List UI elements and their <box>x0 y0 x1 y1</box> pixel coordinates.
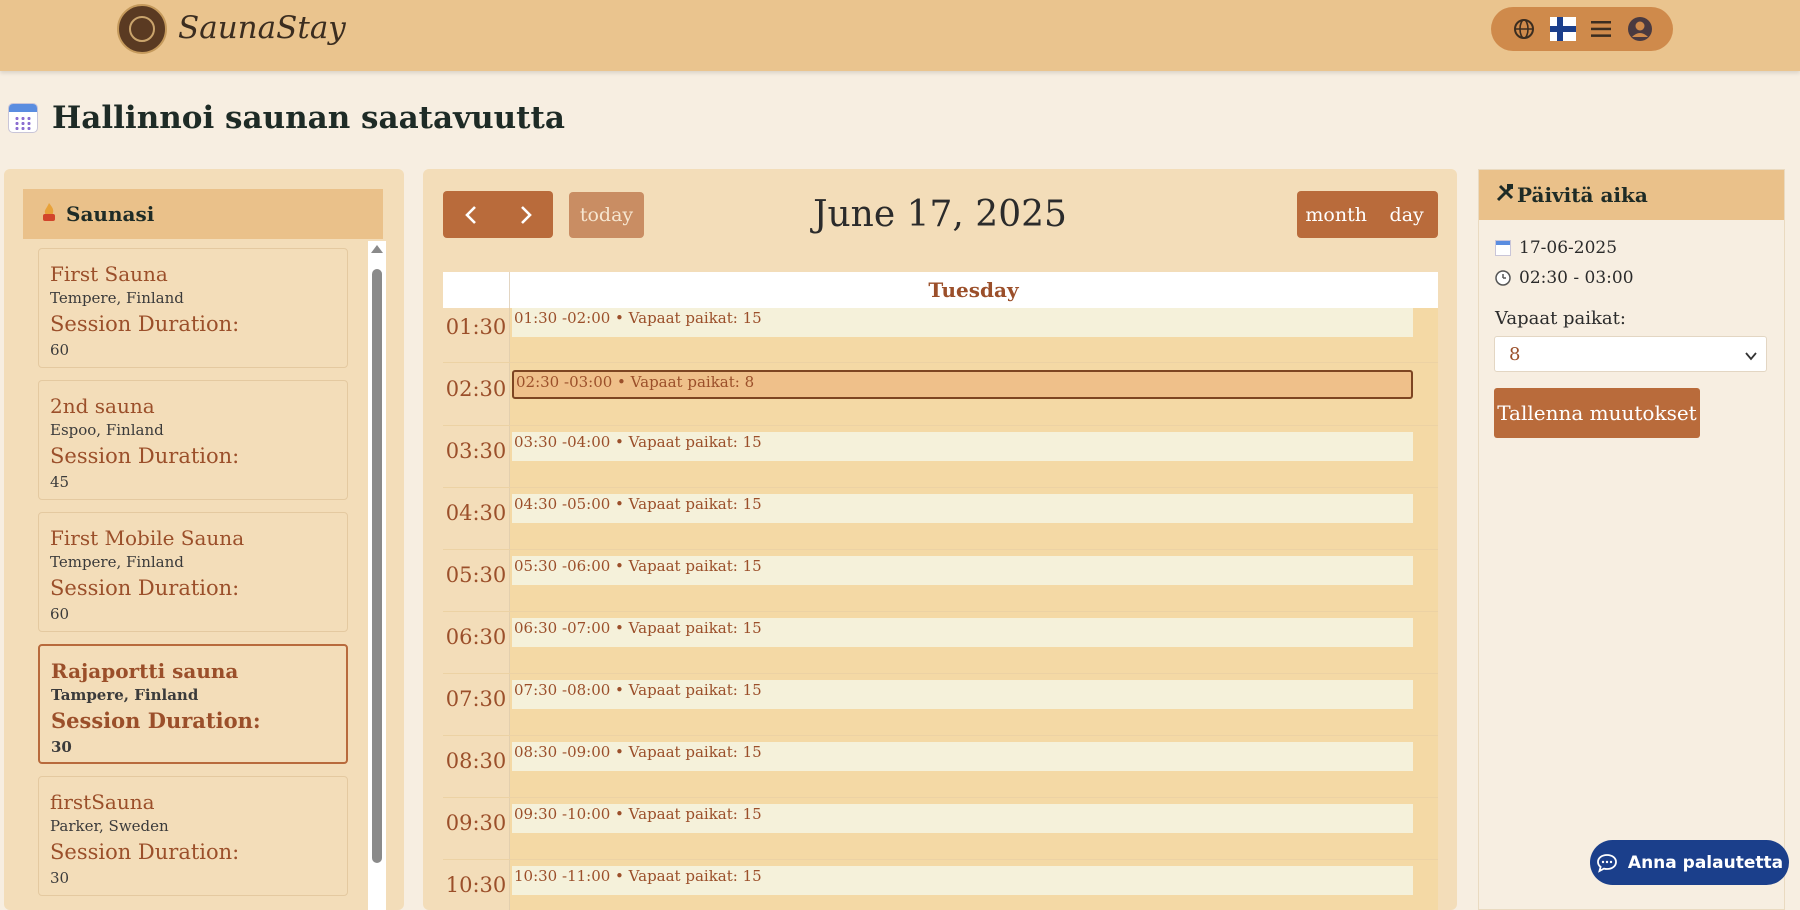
availability-event[interactable]: 04:30 -05:00 • Vapaat paikat: 15 <box>512 494 1413 523</box>
clock-icon <box>1495 270 1511 286</box>
save-changes-button[interactable]: Tallenna muutokset <box>1494 388 1700 438</box>
update-slot-title: Päivitä aika <box>1517 183 1648 207</box>
hour-line <box>443 735 1438 736</box>
time-label: 07:30 <box>445 687 507 711</box>
hour-line <box>443 611 1438 612</box>
session-duration-value: 30 <box>51 738 72 756</box>
day-view-button[interactable]: day <box>1375 191 1438 238</box>
session-duration-value: 45 <box>50 473 70 491</box>
sauna-location: Tampere, Finland <box>51 686 199 704</box>
sauna-card[interactable]: firstSauna Parker, Sweden Session Durati… <box>38 776 348 896</box>
day-column-header: Tuesday <box>443 272 1438 308</box>
session-duration-label: Session Duration: <box>51 708 261 733</box>
slot-date-row: 17-06-2025 <box>1495 238 1617 258</box>
sauna-card[interactable]: First Sauna Tempere, Finland Session Dur… <box>38 248 348 368</box>
update-slot-header: Päivitä aika <box>1479 170 1784 220</box>
sauna-location: Tempere, Finland <box>50 289 184 307</box>
sauna-list-title: Saunasi <box>66 202 155 226</box>
feedback-button[interactable]: Anna palautetta <box>1590 840 1789 885</box>
tools-icon <box>1495 183 1515 208</box>
time-label: 05:30 <box>445 563 507 587</box>
page-title: Hallinnoi saunan saatavuutta <box>52 100 565 136</box>
availability-event[interactable]: 07:30 -08:00 • Vapaat paikat: 15 <box>512 680 1413 709</box>
page-header: Hallinnoi saunan saatavuutta <box>8 100 565 136</box>
availability-event[interactable]: 10:30 -11:00 • Vapaat paikat: 15 <box>512 866 1413 895</box>
hour-line <box>443 425 1438 426</box>
sauna-name: First Sauna <box>50 262 168 286</box>
hour-line <box>443 549 1438 550</box>
sauna-location: Parker, Sweden <box>50 817 169 835</box>
scroll-up-arrow-icon[interactable] <box>371 245 383 253</box>
availability-event[interactable]: 01:30 -02:00 • Vapaat paikat: 15 <box>512 308 1413 337</box>
calendar-panel: today June 17, 2025 month day Tuesday 01… <box>423 169 1457 910</box>
month-view-button[interactable]: month <box>1297 191 1375 238</box>
sauna-card-selected[interactable]: Rajaportti sauna Tampere, Finland Sessio… <box>38 644 348 764</box>
spots-label: Vapaat paikat: <box>1495 308 1626 329</box>
availability-event-selected[interactable]: 02:30 -03:00 • Vapaat paikat: 8 <box>512 370 1413 399</box>
sauna-name: Rajaportti sauna <box>51 659 239 683</box>
sauna-person-icon <box>40 202 58 227</box>
finland-flag-icon[interactable] <box>1549 16 1576 42</box>
day-header: Tuesday <box>928 278 1019 302</box>
availability-event[interactable]: 03:30 -04:00 • Vapaat paikat: 15 <box>512 432 1413 461</box>
sauna-list-panel: Saunasi First Sauna Tempere, Finland Ses… <box>4 169 404 910</box>
calendar-icon <box>8 103 38 133</box>
brand-name[interactable]: SaunaStay <box>178 10 346 46</box>
hour-line <box>443 487 1438 488</box>
update-slot-panel: Päivitä aika 17-06-2025 02:30 - 03:00 Va… <box>1478 169 1785 910</box>
user-account-icon[interactable] <box>1627 16 1653 42</box>
time-gutter-header <box>443 272 510 308</box>
hour-line <box>443 673 1438 674</box>
hour-line <box>443 797 1438 798</box>
session-duration-label: Session Duration: <box>50 444 240 468</box>
globe-icon[interactable] <box>1511 16 1537 42</box>
sauna-list: First Sauna Tempere, Finland Session Dur… <box>23 241 368 910</box>
slot-time: 02:30 - 03:00 <box>1519 268 1634 288</box>
sauna-card[interactable]: 2nd sauna Espoo, Finland Session Duratio… <box>38 380 348 500</box>
time-label: 02:30 <box>445 377 507 401</box>
time-label: 03:30 <box>445 439 507 463</box>
menu-icon[interactable] <box>1588 16 1614 42</box>
sauna-card[interactable]: First Mobile Sauna Tempere, Finland Sess… <box>38 512 348 632</box>
hour-line <box>443 859 1438 860</box>
sauna-location: Tempere, Finland <box>50 553 184 571</box>
sauna-name: First Mobile Sauna <box>50 526 245 550</box>
sauna-name: firstSauna <box>50 790 155 814</box>
view-switcher: month day <box>1297 191 1438 238</box>
chevron-down-icon <box>1744 347 1758 368</box>
sauna-list-scrollbar[interactable] <box>368 241 386 910</box>
saunastay-logo[interactable] <box>117 4 167 54</box>
time-label: 09:30 <box>445 811 507 835</box>
feedback-label: Anna palautetta <box>1627 852 1784 873</box>
sauna-list-header: Saunasi <box>23 189 383 239</box>
session-duration-label: Session Duration: <box>50 312 240 336</box>
sauna-location: Espoo, Finland <box>50 421 164 439</box>
session-duration-label: Session Duration: <box>50 576 240 600</box>
nav-actions <box>1491 7 1673 51</box>
spots-select[interactable]: 8 <box>1494 336 1767 372</box>
availability-event[interactable]: 06:30 -07:00 • Vapaat paikat: 15 <box>512 618 1413 647</box>
time-label: 10:30 <box>445 873 507 897</box>
session-duration-value: 60 <box>50 341 70 359</box>
availability-event[interactable]: 08:30 -09:00 • Vapaat paikat: 15 <box>512 742 1413 771</box>
sauna-name: 2nd sauna <box>50 394 155 418</box>
slot-time-row: 02:30 - 03:00 <box>1495 268 1634 288</box>
availability-event[interactable]: 09:30 -10:00 • Vapaat paikat: 15 <box>512 804 1413 833</box>
session-duration-label: Session Duration: <box>50 840 240 864</box>
spots-selected-value: 8 <box>1509 343 1521 365</box>
session-duration-value: 30 <box>50 869 70 887</box>
time-label: 01:30 <box>445 315 507 339</box>
slot-date: 17-06-2025 <box>1519 238 1618 258</box>
top-navbar: SaunaStay <box>0 0 1800 71</box>
time-label: 04:30 <box>445 501 507 525</box>
calendar-icon <box>1495 240 1511 256</box>
day-time-grid: 01:30 01:30 -02:00 • Vapaat paikat: 15 0… <box>443 308 1438 910</box>
time-label: 08:30 <box>445 749 507 773</box>
session-duration-value: 60 <box>50 605 70 623</box>
availability-event[interactable]: 05:30 -06:00 • Vapaat paikat: 15 <box>512 556 1413 585</box>
scrollbar-thumb[interactable] <box>372 269 382 863</box>
chat-bubble-icon <box>1596 853 1618 873</box>
hour-line <box>443 362 1438 363</box>
time-label: 06:30 <box>445 625 507 649</box>
